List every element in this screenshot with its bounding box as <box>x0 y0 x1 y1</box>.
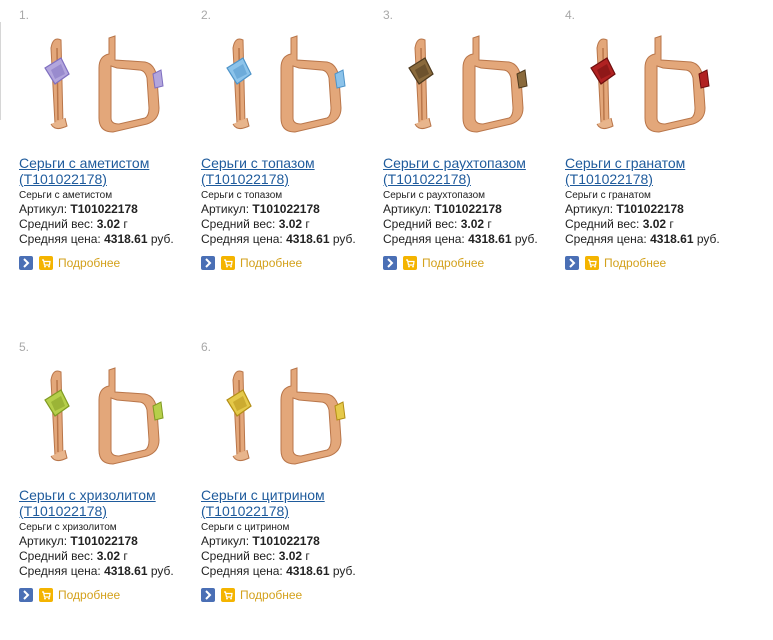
weight-row: Средний вес: 3.02 г <box>19 549 128 563</box>
article-row: Артикул: T101022178 <box>201 534 320 548</box>
product-card: 2. Серьги с топазом (T101022178) Серьги … <box>201 8 379 271</box>
chevron-right-icon <box>387 258 394 268</box>
cart-icon <box>224 259 233 268</box>
product-image[interactable] <box>27 360 177 480</box>
details-arrow-button[interactable] <box>201 256 215 270</box>
article-row: Артикул: T101022178 <box>565 202 684 216</box>
cart-icon <box>42 591 51 600</box>
product-card: 5. Серьги с хризолитом (T101022178) Серь… <box>19 340 197 603</box>
product-card: 6. Серьги с цитрином (T101022178) Серьги… <box>201 340 379 603</box>
item-number: 6. <box>201 340 212 354</box>
add-to-cart-button[interactable] <box>39 256 53 270</box>
chevron-right-icon <box>205 590 212 600</box>
product-title-code: (T101022178) <box>383 171 471 187</box>
product-title-code: (T101022178) <box>201 171 289 187</box>
weight-row: Средний вес: 3.02 г <box>19 217 128 231</box>
product-image[interactable] <box>573 28 723 148</box>
add-to-cart-button[interactable] <box>403 256 417 270</box>
item-number: 5. <box>19 340 30 354</box>
price-row: Средняя цена: 4318.61 руб. <box>383 232 538 246</box>
product-title-link[interactable]: Серьги с топазом (T101022178) <box>201 155 379 187</box>
product-subtitle: Серьги с раухтопазом <box>383 190 486 201</box>
product-title-code: (T101022178) <box>201 503 289 519</box>
price-row: Средняя цена: 4318.61 руб. <box>19 232 174 246</box>
earring-icon <box>590 35 710 133</box>
chevron-right-icon <box>569 258 576 268</box>
details-arrow-button[interactable] <box>565 256 579 270</box>
more-details-link[interactable]: Подробнее <box>422 256 484 270</box>
weight-row: Средний вес: 3.02 г <box>201 549 310 563</box>
cart-icon <box>588 259 597 268</box>
product-title-code: (T101022178) <box>19 171 107 187</box>
article-row: Артикул: T101022178 <box>19 534 138 548</box>
product-title-code: (T101022178) <box>19 503 107 519</box>
product-title-code: (T101022178) <box>565 171 653 187</box>
product-title-link[interactable]: Серьги с раухтопазом (T101022178) <box>383 155 561 187</box>
chevron-right-icon <box>23 258 30 268</box>
product-title-link[interactable]: Серьги с хризолитом (T101022178) <box>19 487 197 519</box>
weight-row: Средний вес: 3.02 г <box>201 217 310 231</box>
product-subtitle: Серьги с гранатом <box>565 190 651 201</box>
cart-icon <box>42 259 51 268</box>
product-card: 4. Серьги с гранатом (T101022178) Серьги… <box>565 8 743 271</box>
price-row: Средняя цена: 4318.61 руб. <box>19 564 174 578</box>
product-image[interactable] <box>391 28 541 148</box>
earring-icon <box>44 35 164 133</box>
earring-icon <box>226 35 346 133</box>
more-details-link[interactable]: Подробнее <box>240 256 302 270</box>
cart-icon <box>224 591 233 600</box>
more-details-link[interactable]: Подробнее <box>604 256 666 270</box>
more-details-link[interactable]: Подробнее <box>240 588 302 602</box>
product-title: Серьги с аметистом <box>19 155 150 171</box>
product-card: 3. Серьги с раухтопазом (T101022178) Сер… <box>383 8 561 271</box>
price-row: Средняя цена: 4318.61 руб. <box>565 232 720 246</box>
price-row: Средняя цена: 4318.61 руб. <box>201 564 356 578</box>
product-image[interactable] <box>27 28 177 148</box>
article-row: Артикул: T101022178 <box>383 202 502 216</box>
product-title-link[interactable]: Серьги с аметистом (T101022178) <box>19 155 197 187</box>
product-subtitle: Серьги с цитрином <box>201 522 290 533</box>
item-number: 1. <box>19 8 30 22</box>
product-title: Серьги с гранатом <box>565 155 686 171</box>
product-image[interactable] <box>209 360 359 480</box>
add-to-cart-button[interactable] <box>39 588 53 602</box>
item-number: 3. <box>383 8 394 22</box>
earring-icon <box>408 35 528 133</box>
chevron-right-icon <box>205 258 212 268</box>
earring-icon <box>226 367 346 465</box>
product-title-link[interactable]: Серьги с гранатом (T101022178) <box>565 155 743 187</box>
item-number: 2. <box>201 8 212 22</box>
article-row: Артикул: T101022178 <box>19 202 138 216</box>
product-image[interactable] <box>209 28 359 148</box>
weight-row: Средний вес: 3.02 г <box>565 217 674 231</box>
product-title: Серьги с хризолитом <box>19 487 156 503</box>
product-title-link[interactable]: Серьги с цитрином (T101022178) <box>201 487 379 519</box>
details-arrow-button[interactable] <box>19 256 33 270</box>
left-edge-divider <box>0 22 1 120</box>
weight-row: Средний вес: 3.02 г <box>383 217 492 231</box>
product-title: Серьги с топазом <box>201 155 315 171</box>
details-arrow-button[interactable] <box>383 256 397 270</box>
details-arrow-button[interactable] <box>201 588 215 602</box>
details-arrow-button[interactable] <box>19 588 33 602</box>
article-row: Артикул: T101022178 <box>201 202 320 216</box>
product-title: Серьги с цитрином <box>201 487 325 503</box>
more-details-link[interactable]: Подробнее <box>58 588 120 602</box>
chevron-right-icon <box>23 590 30 600</box>
add-to-cart-button[interactable] <box>585 256 599 270</box>
more-details-link[interactable]: Подробнее <box>58 256 120 270</box>
cart-icon <box>406 259 415 268</box>
product-subtitle: Серьги с хризолитом <box>19 522 117 533</box>
earring-icon <box>44 367 164 465</box>
price-row: Средняя цена: 4318.61 руб. <box>201 232 356 246</box>
add-to-cart-button[interactable] <box>221 588 235 602</box>
product-card: 1. Серьги с аметистом (T101022178) Серьг… <box>19 8 197 271</box>
product-subtitle: Серьги с аметистом <box>19 190 113 201</box>
item-number: 4. <box>565 8 576 22</box>
product-subtitle: Серьги с топазом <box>201 190 283 201</box>
product-title: Серьги с раухтопазом <box>383 155 526 171</box>
add-to-cart-button[interactable] <box>221 256 235 270</box>
